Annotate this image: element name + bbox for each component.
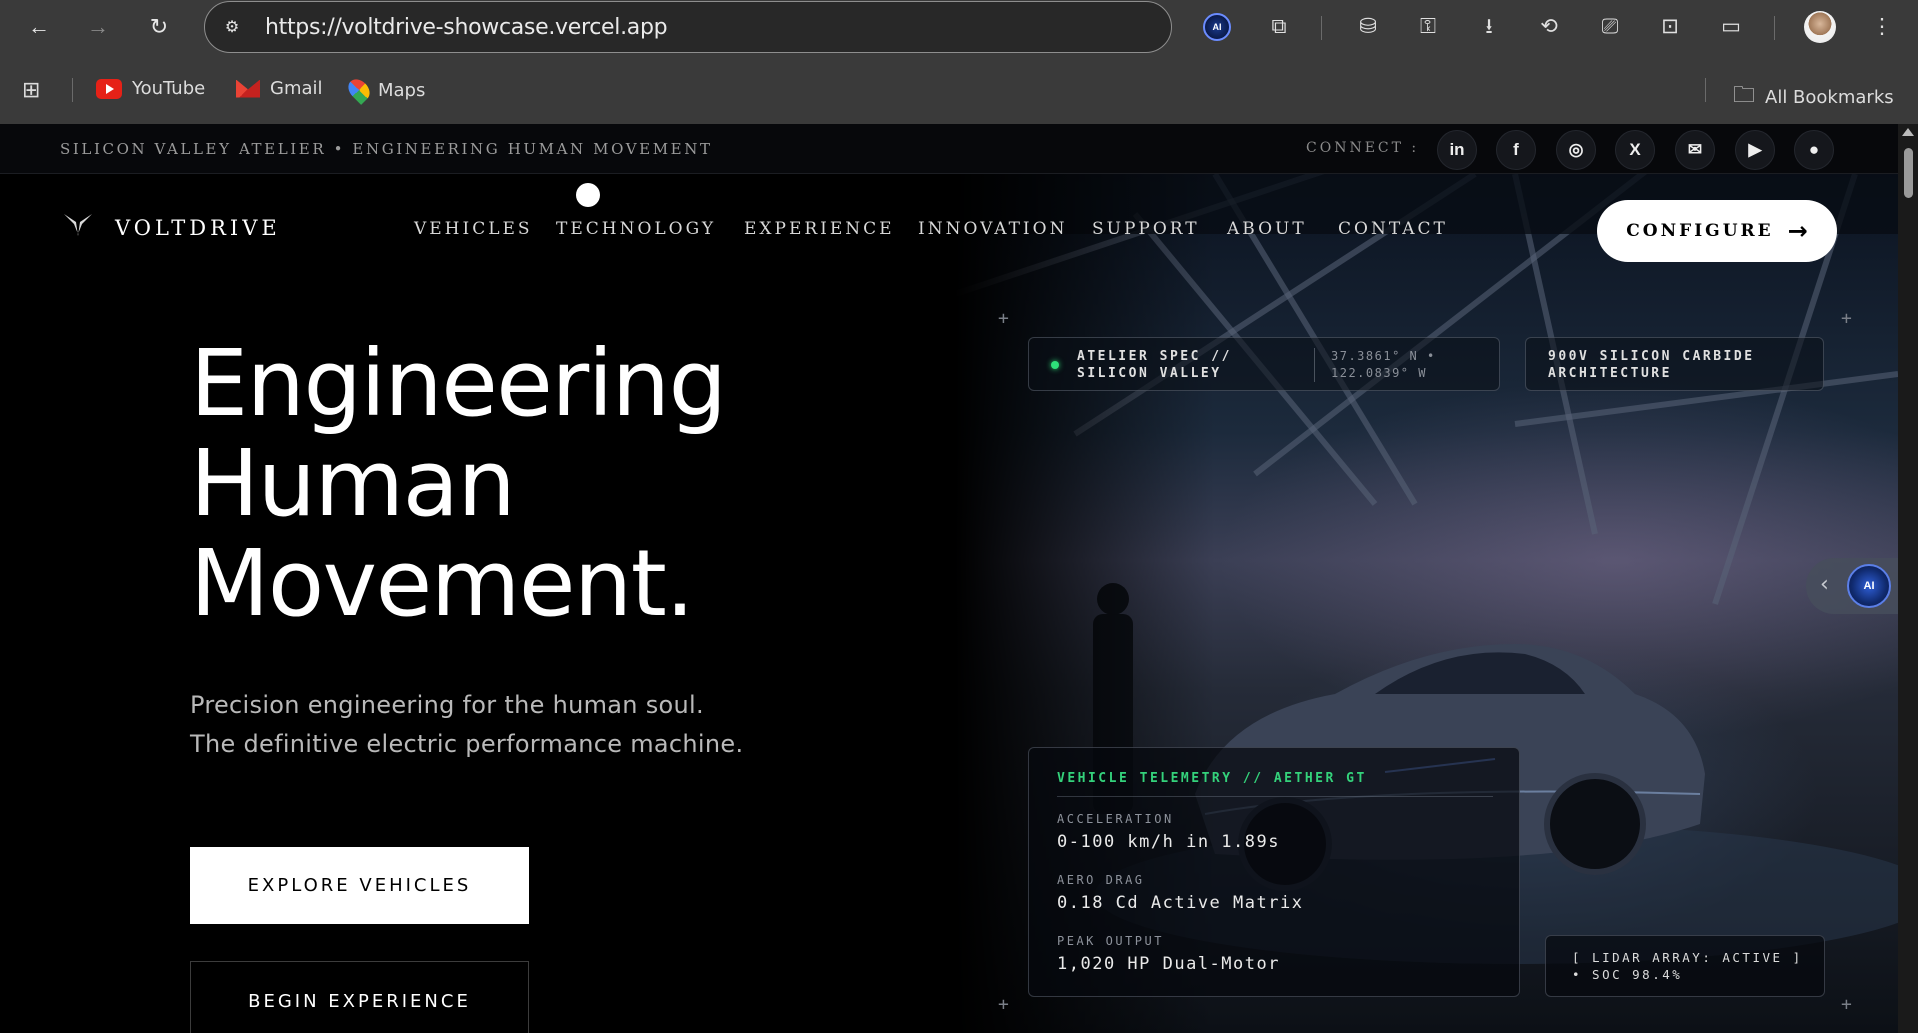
connect-label: CONNECT : <box>1306 140 1420 156</box>
site-settings-icon[interactable]: ⚙ <box>221 17 243 39</box>
telemetry-row: PEAK OUTPUT 1,020 HP Dual-Motor <box>1057 934 1280 974</box>
nav-contact[interactable]: CONTACT <box>1338 219 1448 239</box>
back-icon[interactable]: ← <box>22 10 56 44</box>
incognito-icon[interactable]: ⛁ <box>1351 10 1385 44</box>
architecture-panel: 900V SILICON CARBIDE ARCHITECTURE <box>1525 337 1824 391</box>
instagram-icon[interactable]: ◎ <box>1556 130 1596 170</box>
telemetry-value: 1,020 HP Dual-Motor <box>1057 954 1280 974</box>
configure-label: CONFIGURE <box>1626 221 1774 241</box>
architecture-text: 900V SILICON CARBIDE ARCHITECTURE <box>1548 349 1755 381</box>
telemetry-label: PEAK OUTPUT <box>1057 934 1164 948</box>
gmail-icon <box>236 79 260 98</box>
folder-icon: 🗀 <box>1733 83 1756 108</box>
nav-about[interactable]: ABOUT <box>1227 219 1307 239</box>
explore-vehicles-button[interactable]: EXPLORE VEHICLES <box>190 847 529 924</box>
password-key-icon[interactable]: ⚿ <box>1411 10 1445 44</box>
custom-cursor-dot <box>576 183 600 207</box>
toolbar-divider <box>1774 16 1775 40</box>
headline-line: Human <box>190 430 516 537</box>
device-icon[interactable]: ▭ <box>1714 10 1748 44</box>
telemetry-row: ACCELERATION 0-100 km/h in 1.89s <box>1057 812 1280 852</box>
menu-kebab-icon[interactable]: ⋮ <box>1865 10 1899 44</box>
url-text[interactable]: https://voltdrive-showcase.vercel.app <box>265 15 668 40</box>
facebook-icon[interactable]: f <box>1496 130 1536 170</box>
telemetry-value: 0.18 Cd Active Matrix <box>1057 893 1304 913</box>
telemetry-title: VEHICLE TELEMETRY // AETHER GT <box>1057 771 1367 786</box>
hero-subline: Precision engineering for the human soul… <box>190 686 743 764</box>
headline-line: Movement. <box>190 530 695 637</box>
corner-marker: + <box>1841 308 1852 329</box>
maps-icon <box>344 75 374 105</box>
bookmark-divider <box>1705 78 1706 102</box>
hero-headline: Engineering Human Movement. <box>190 330 727 637</box>
lidar-status-panel: [ LIDAR ARRAY: ACTIVE ] • SOC 98.4% <box>1545 935 1825 997</box>
coordinates-text: 37.3861° N • 122.0839° W <box>1331 349 1436 380</box>
bookmarks-bar: YouTube Gmail Maps 🗀 All Bookmarks <box>0 66 1918 114</box>
telemetry-label: ACCELERATION <box>1057 812 1174 826</box>
ai-extension-icon[interactable]: AI <box>1203 13 1231 41</box>
screenshot-icon[interactable]: ⊡ <box>1653 10 1687 44</box>
begin-experience-button[interactable]: BEGIN EXPERIENCE <box>190 961 529 1033</box>
download-icon[interactable]: ⭳ <box>1472 10 1506 44</box>
browser-toolbar: ← → ↻ ⚙ https://voltdrive-showcase.verce… <box>0 0 1918 54</box>
x-twitter-icon[interactable]: X <box>1615 130 1655 170</box>
arrow-right-icon: → <box>1787 217 1808 245</box>
telemetry-value: 0-100 km/h in 1.89s <box>1057 832 1280 852</box>
youtube-icon[interactable]: ▶ <box>1735 130 1775 170</box>
topstrip-tagline: SILICON VALLEY ATELIER • ENGINEERING HUM… <box>60 140 713 158</box>
top-strip: SILICON VALLEY ATELIER • ENGINEERING HUM… <box>0 124 1898 174</box>
address-bar[interactable]: ⚙ https://voltdrive-showcase.vercel.app <box>204 1 1172 53</box>
github-icon[interactable]: ● <box>1794 130 1834 170</box>
brand-logo-icon[interactable] <box>63 212 93 238</box>
atelier-spec-text: ATELIER SPEC // SILICON VALLEY <box>1077 349 1232 381</box>
scroll-up-icon[interactable] <box>1902 128 1914 136</box>
telemetry-label: AERO DRAG <box>1057 873 1145 887</box>
all-bookmarks-label: All Bookmarks <box>1765 86 1894 108</box>
status-dot <box>1051 361 1059 369</box>
ai-assistant-icon[interactable]: AI <box>1847 564 1891 608</box>
subline-line: The definitive electric performance mach… <box>190 730 744 758</box>
history-icon[interactable]: ⟲ <box>1532 10 1566 44</box>
reload-icon[interactable]: ↻ <box>142 10 176 44</box>
ai-assistant-tab[interactable]: ‹ AI <box>1806 558 1898 614</box>
atelier-spec-panel: ATELIER SPEC // SILICON VALLEY 37.3861° … <box>1028 337 1500 391</box>
profile-avatar[interactable] <box>1804 11 1836 43</box>
vehicle-telemetry-panel: VEHICLE TELEMETRY // AETHER GT ACCELERAT… <box>1028 747 1520 997</box>
corner-marker: + <box>998 308 1009 329</box>
bookmark-gmail[interactable]: Gmail <box>236 78 323 99</box>
browser-chrome: ← → ↻ ⚙ https://voltdrive-showcase.verce… <box>0 0 1918 124</box>
bookmark-youtube[interactable]: YouTube <box>96 78 205 99</box>
telemetry-divider <box>1057 796 1493 797</box>
panel-divider <box>1314 348 1315 382</box>
nav-technology[interactable]: TECHNOLOGY <box>556 219 716 239</box>
headline-line: Engineering <box>190 330 727 437</box>
configure-button[interactable]: CONFIGURE → <box>1597 200 1837 262</box>
all-bookmarks[interactable]: 🗀 All Bookmarks <box>1733 78 1894 116</box>
lidar-status-text: [ LIDAR ARRAY: ACTIVE ] • SOC 98.4% <box>1572 950 1803 982</box>
nav-vehicles[interactable]: VEHICLES <box>414 219 533 239</box>
nav-support[interactable]: SUPPORT <box>1092 219 1200 239</box>
forward-icon[interactable]: → <box>81 10 115 44</box>
bookmark-label: YouTube <box>132 78 206 99</box>
bookmark-label: Maps <box>378 79 426 101</box>
corner-marker: + <box>1841 994 1852 1015</box>
page-scrollbar[interactable] <box>1898 124 1918 1033</box>
page-viewport: SILICON VALLEY ATELIER • ENGINEERING HUM… <box>0 124 1918 1033</box>
chevron-left-icon[interactable]: ‹ <box>1820 572 1829 597</box>
subline-line: Precision engineering for the human soul… <box>190 691 704 719</box>
nav-innovation[interactable]: INNOVATION <box>918 219 1067 239</box>
linkedin-icon[interactable]: in <box>1437 130 1477 170</box>
youtube-icon <box>96 78 122 99</box>
nav-experience[interactable]: EXPERIENCE <box>744 219 895 239</box>
brand-name[interactable]: VOLTDRIVE <box>115 216 281 240</box>
email-icon[interactable]: ✉ <box>1675 130 1715 170</box>
bookmark-maps[interactable]: Maps <box>344 75 426 105</box>
corner-marker: + <box>998 994 1009 1015</box>
bookmark-label: Gmail <box>270 78 323 99</box>
cast-icon[interactable]: ⎚ <box>1593 10 1627 44</box>
extensions-puzzle-icon[interactable]: ⧉ <box>1262 10 1296 44</box>
telemetry-row: AERO DRAG 0.18 Cd Active Matrix <box>1057 873 1303 913</box>
scrollbar-thumb[interactable] <box>1904 148 1913 198</box>
toolbar-divider <box>1321 16 1322 40</box>
